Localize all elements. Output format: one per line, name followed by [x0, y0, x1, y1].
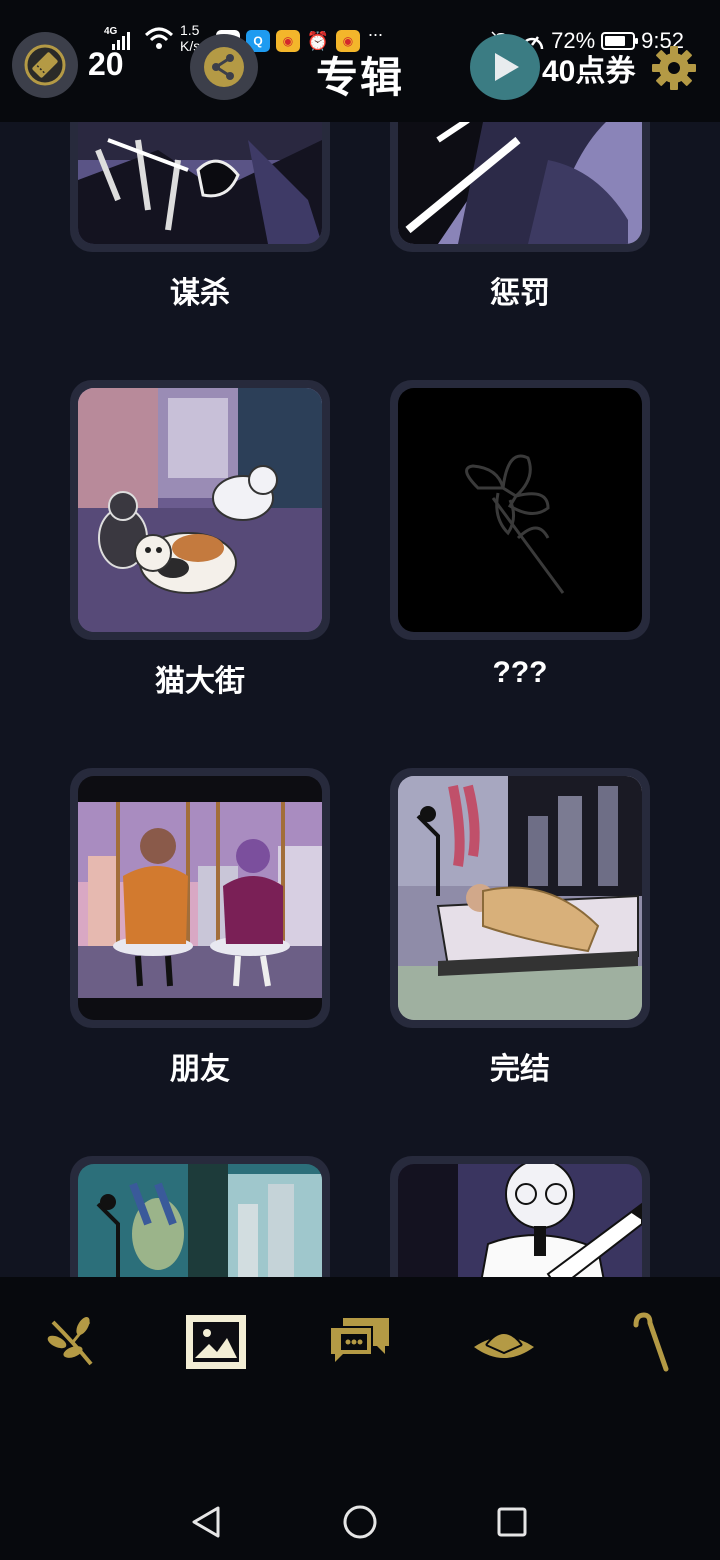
- album-art-murder: [78, 122, 322, 244]
- nav-item-messages[interactable]: [325, 1309, 395, 1375]
- weibo-icon: ◉: [276, 30, 300, 52]
- gallery-icon: [186, 1315, 246, 1369]
- album-thumbnail[interactable]: [70, 122, 330, 252]
- album-title: 惩罚: [490, 277, 550, 310]
- settings-button[interactable]: [650, 44, 698, 92]
- top-bar: 4G 1.5 K/s ● Q ◉ ⏰ ◉ ...: [0, 0, 720, 122]
- home-button[interactable]: [340, 1502, 380, 1542]
- gear-icon: [652, 46, 696, 90]
- cane-icon: [633, 1312, 669, 1372]
- ticket-count: 20: [88, 46, 124, 82]
- recents-button[interactable]: [492, 1502, 532, 1542]
- more-notifications: ...: [368, 20, 384, 40]
- nav-item-gallery[interactable]: [181, 1309, 251, 1375]
- hat-icon: [474, 1332, 534, 1358]
- recents-icon: [497, 1507, 527, 1537]
- album-art-8: [398, 1164, 642, 1277]
- play-icon: [495, 53, 519, 81]
- messages-icon: [331, 1318, 389, 1362]
- back-icon: [192, 1506, 220, 1538]
- nav-item-hat[interactable]: [469, 1309, 539, 1375]
- album-thumbnail[interactable]: [70, 1156, 330, 1277]
- album-thumbnail[interactable]: [390, 1156, 650, 1277]
- points-balance: 40点券: [542, 55, 636, 88]
- branch-icon: [47, 1316, 93, 1366]
- album-thumbnail[interactable]: [390, 768, 650, 1028]
- album-title: 猫大街: [155, 665, 245, 698]
- album-title: ???: [492, 656, 548, 689]
- album-art-7: [78, 1164, 322, 1277]
- wifi-icon: [144, 27, 174, 49]
- share-button[interactable]: [190, 34, 258, 100]
- share-icon: [204, 47, 244, 87]
- nav-item-cane[interactable]: [612, 1309, 682, 1375]
- album-title: 朋友: [170, 1053, 230, 1086]
- album-thumbnail[interactable]: [70, 380, 330, 640]
- album-art-the-end: [398, 776, 642, 1020]
- album-art-cat-street: [78, 388, 322, 632]
- album-grid[interactable]: 谋杀 惩罚 猫大街 ??? 朋友 完结: [0, 122, 720, 1277]
- home-icon: [343, 1505, 377, 1539]
- album-art-friends: [78, 776, 322, 1020]
- album-title: 完结: [490, 1053, 550, 1086]
- album-art-punishment: [398, 122, 642, 244]
- album-title: 谋杀: [170, 277, 230, 310]
- ticket-icon: [24, 44, 66, 86]
- bottom-nav: [0, 1277, 720, 1480]
- page-title: 专辑: [316, 54, 405, 101]
- ticket-button[interactable]: [12, 32, 78, 98]
- system-nav-bar: [0, 1480, 720, 1560]
- album-thumbnail[interactable]: [390, 122, 650, 252]
- flower-silhouette-icon: [398, 388, 642, 632]
- album-art-locked: [398, 388, 642, 632]
- back-button[interactable]: [186, 1502, 226, 1542]
- album-thumbnail[interactable]: [390, 380, 650, 640]
- watch-ad-button[interactable]: [470, 34, 540, 100]
- nav-item-branch[interactable]: [38, 1309, 108, 1375]
- album-thumbnail[interactable]: [70, 768, 330, 1028]
